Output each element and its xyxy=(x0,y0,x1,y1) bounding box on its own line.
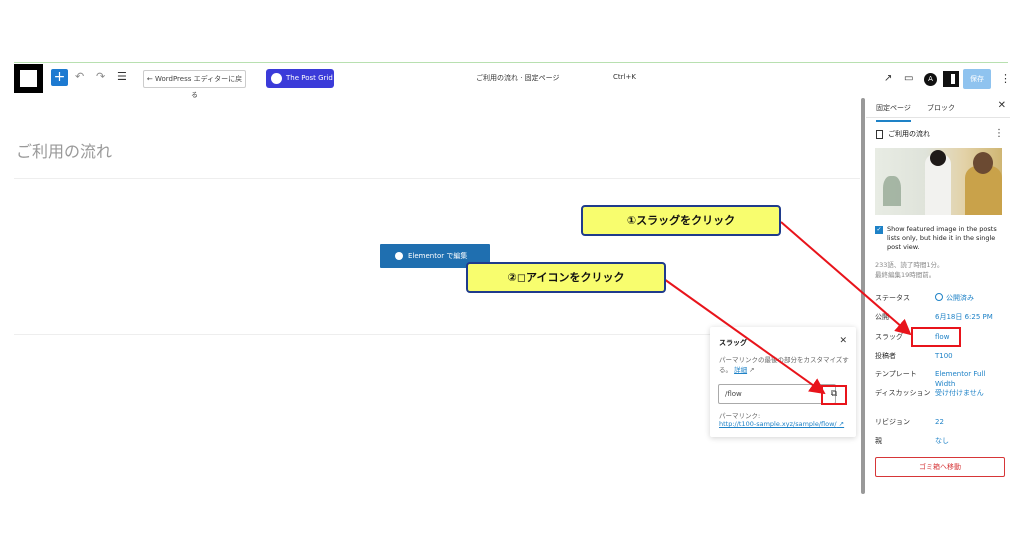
featured-visibility-option: ✓ Show featured image in the posts lists… xyxy=(875,225,1005,252)
sidebar-tabs: 固定ページ ブロック ✕ xyxy=(866,96,1010,122)
divider xyxy=(14,334,714,335)
featured-visibility-checkbox[interactable]: ✓ xyxy=(875,226,883,234)
list-view-icon[interactable]: ☰ xyxy=(117,70,127,83)
featured-image[interactable] xyxy=(875,148,1002,215)
add-block-button[interactable]: + xyxy=(51,69,68,86)
slug-input[interactable]: /flow xyxy=(718,384,836,404)
publish-date-value[interactable]: 6月18日 6:25 PM xyxy=(935,312,993,322)
slug-popover-title: スラッグ xyxy=(719,339,747,347)
redo-icon[interactable]: ↷ xyxy=(96,70,105,83)
parent-value[interactable]: なし xyxy=(935,436,949,446)
options-menu-icon[interactable]: ⋮ xyxy=(1000,68,1011,90)
post-grid-label: The Post Grid xyxy=(286,74,333,82)
divider xyxy=(14,178,860,179)
learn-more-link[interactable]: 詳細 xyxy=(734,366,747,374)
external-link-icon: ↗ xyxy=(836,420,845,428)
settings-sidebar-toggle-icon[interactable] xyxy=(943,71,959,87)
elementor-label: Elementor で編集 xyxy=(408,252,468,260)
last-edited: 最終編集19時間前。 xyxy=(875,271,936,279)
document-title[interactable]: ご利用の流れ · 固定ページ xyxy=(476,73,560,83)
status-value[interactable]: 公開済み xyxy=(935,293,974,303)
preview-device-icon[interactable]: ▭ xyxy=(904,68,913,90)
callout-step-2: ②◻アイコンをクリック xyxy=(466,262,666,293)
move-to-trash-button[interactable]: ゴミ箱へ移動 xyxy=(875,457,1005,477)
page-icon xyxy=(876,129,883,139)
prop-label: テンプレート xyxy=(875,370,917,378)
permalink-link[interactable]: http://t100-sample.xyz/sample/flow/ ↗ xyxy=(719,420,844,428)
tab-block[interactable]: ブロック xyxy=(927,103,955,113)
back-to-wp-editor-button[interactable]: ← WordPress エディターに戻る xyxy=(143,70,246,99)
word-count: 233語、読了時間1分。 xyxy=(875,261,944,269)
discussion-value[interactable]: 受け付けません xyxy=(935,388,984,398)
settings-sidebar: 固定ページ ブロック ✕ ご利用の流れ ⋮ ✓ Show featured im… xyxy=(866,96,1010,496)
undo-icon[interactable]: ↶ xyxy=(75,70,84,83)
close-icon[interactable]: ✕ xyxy=(998,100,1006,111)
permalink-url: http://t100-sample.xyz/sample/flow/ xyxy=(719,420,837,428)
permalink-label: パーマリンク: xyxy=(719,412,761,420)
astra-settings-icon[interactable]: A xyxy=(924,73,937,86)
prop-label: ディスカッション xyxy=(875,389,931,397)
featured-image-detail xyxy=(883,176,901,206)
prop-label: 公開 xyxy=(875,313,889,321)
featured-image-detail xyxy=(973,152,993,174)
copy-icon-highlight-box xyxy=(821,385,847,405)
callout-step-1: ①スラッグをクリック xyxy=(581,205,781,236)
page-title[interactable]: ご利用の流れ xyxy=(16,138,112,162)
prop-label: ステータス xyxy=(875,294,910,302)
sidebar-page-title: ご利用の流れ xyxy=(876,129,930,139)
post-meta-note: 233語、読了時間1分。 最終編集19時間前。 xyxy=(875,260,944,280)
prop-label: 親 xyxy=(875,437,882,445)
featured-image-detail xyxy=(930,150,946,166)
external-link-icon: ↗ xyxy=(747,366,755,374)
sidebar-page-title-text: ご利用の流れ xyxy=(888,130,930,138)
status-value-text: 公開済み xyxy=(946,294,974,302)
command-shortcut: Ctrl+K xyxy=(613,73,636,81)
author-value[interactable]: T100 xyxy=(935,351,953,361)
slug-description: パーマリンクの最後の部分をカスタマイズする。 詳細 ↗ xyxy=(719,355,851,375)
published-icon xyxy=(935,293,943,301)
featured-visibility-label: Show featured image in the posts lists o… xyxy=(887,225,997,251)
elementor-icon xyxy=(395,252,403,260)
page-actions-icon[interactable]: ⋮ xyxy=(994,128,1004,139)
slug-highlight-box xyxy=(911,327,961,347)
tab-page[interactable]: 固定ページ xyxy=(876,103,911,122)
slug-popover: スラッグ ✕ パーマリンクの最後の部分をカスタマイズする。 詳細 ↗ /flow… xyxy=(710,327,856,437)
template-value[interactable]: Elementor Full Width xyxy=(935,369,1007,389)
save-button[interactable]: 保存 xyxy=(963,69,991,89)
editor-toolbar: + ↶ ↷ ☰ ← WordPress エディターに戻る The Post Gr… xyxy=(14,63,1011,99)
close-icon[interactable]: ✕ xyxy=(839,336,847,346)
canvas-scrollbar[interactable] xyxy=(861,98,865,494)
post-grid-button[interactable]: The Post Grid xyxy=(266,69,334,88)
view-page-icon[interactable]: ↗ xyxy=(884,68,892,90)
revisions-value[interactable]: 22 xyxy=(935,417,944,427)
post-grid-icon xyxy=(271,73,282,84)
site-icon[interactable] xyxy=(14,64,43,93)
prop-label: リビジョン xyxy=(875,418,910,426)
prop-label: 投稿者 xyxy=(875,352,896,360)
